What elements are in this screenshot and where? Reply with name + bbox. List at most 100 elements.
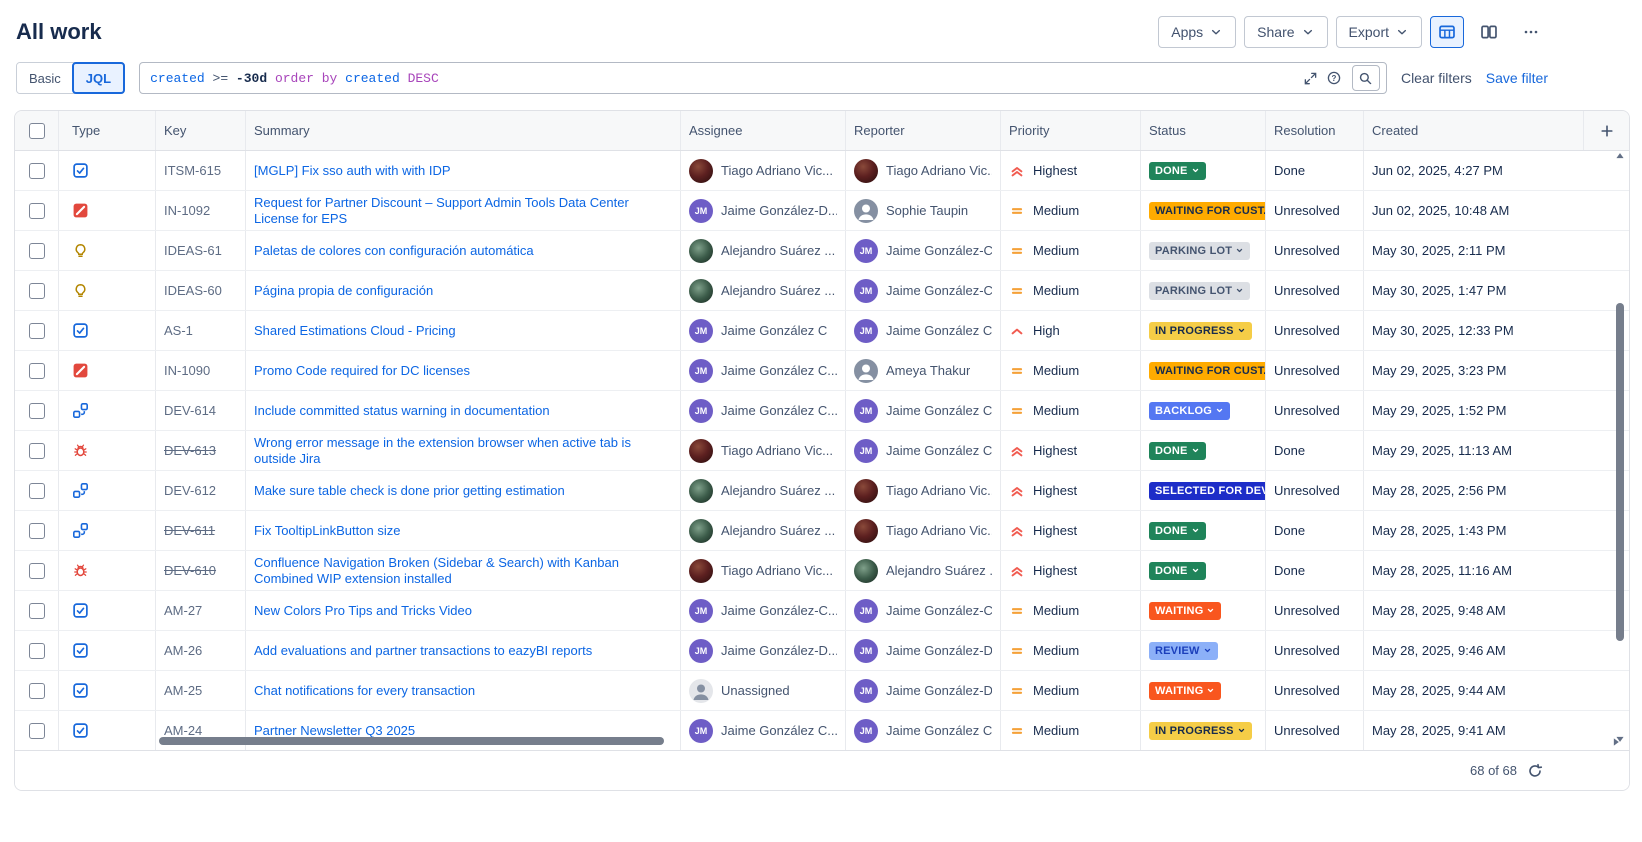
issue-key[interactable]: ITSM-615 bbox=[164, 163, 221, 178]
reporter-cell[interactable]: JM Jaime González-C... bbox=[846, 591, 1001, 630]
jql-input[interactable]: created >= -30d order by created DESC ? bbox=[139, 62, 1387, 94]
vertical-scrollbar[interactable] bbox=[1614, 153, 1627, 742]
issue-key[interactable]: IDEAS-61 bbox=[164, 243, 222, 258]
issue-key[interactable]: DEV-612 bbox=[164, 483, 216, 498]
reporter-cell[interactable]: Tiago Adriano Vic... bbox=[846, 151, 1001, 190]
assignee-cell[interactable]: JM Jaime González C... bbox=[681, 391, 846, 430]
status-badge[interactable]: SELECTED FOR DEV... bbox=[1149, 481, 1265, 500]
row-checkbox[interactable] bbox=[28, 282, 45, 299]
assignee-cell[interactable]: Alejandro Suárez ... bbox=[681, 511, 846, 550]
reporter-cell[interactable]: Alejandro Suárez ... bbox=[846, 551, 1001, 590]
select-all-checkbox[interactable] bbox=[28, 122, 45, 139]
summary-link[interactable]: Chat notifications for every transaction bbox=[254, 683, 475, 699]
reporter-cell[interactable]: JM Jaime González C... bbox=[846, 431, 1001, 470]
issue-key[interactable]: DEV-611 bbox=[164, 523, 215, 538]
status-badge[interactable]: WAITING FOR CUST... bbox=[1149, 201, 1265, 220]
assignee-cell[interactable]: Tiago Adriano Vic... bbox=[681, 151, 846, 190]
summary-link[interactable]: Paletas de colores con configuración aut… bbox=[254, 243, 534, 259]
summary-link[interactable]: Add evaluations and partner transactions… bbox=[254, 643, 592, 659]
status-badge[interactable]: WAITING bbox=[1149, 681, 1222, 700]
priority-cell[interactable]: Medium bbox=[1001, 271, 1141, 310]
assignee-cell[interactable]: Tiago Adriano Vic... bbox=[681, 431, 846, 470]
assignee-cell[interactable]: JM Jaime González-D... bbox=[681, 191, 846, 230]
jql-query-text[interactable]: created >= -30d order by created DESC bbox=[150, 71, 1303, 86]
assignee-cell[interactable]: JM Jaime González C... bbox=[681, 351, 846, 390]
issue-key[interactable]: IN-1092 bbox=[164, 203, 210, 218]
reporter-cell[interactable]: JM Jaime González-C... bbox=[846, 231, 1001, 270]
row-checkbox[interactable] bbox=[28, 322, 45, 339]
priority-cell[interactable]: Medium bbox=[1001, 671, 1141, 710]
status-badge[interactable]: DONE bbox=[1149, 561, 1206, 580]
priority-cell[interactable]: Medium bbox=[1001, 591, 1141, 630]
issue-key[interactable]: AM-25 bbox=[164, 683, 202, 698]
share-button[interactable]: Share bbox=[1244, 16, 1328, 48]
row-checkbox[interactable] bbox=[28, 642, 45, 659]
column-header-resolution[interactable]: Resolution bbox=[1266, 111, 1364, 150]
column-header-priority[interactable]: Priority bbox=[1001, 111, 1141, 150]
row-checkbox[interactable] bbox=[28, 362, 45, 379]
status-badge[interactable]: PARKING LOT bbox=[1149, 281, 1251, 300]
export-button[interactable]: Export bbox=[1335, 16, 1422, 48]
row-checkbox[interactable] bbox=[28, 562, 45, 579]
row-checkbox[interactable] bbox=[28, 682, 45, 699]
reporter-cell[interactable]: Sophie Taupin bbox=[846, 191, 1001, 230]
summary-link[interactable]: Promo Code required for DC licenses bbox=[254, 363, 470, 379]
refresh-button[interactable] bbox=[1527, 763, 1543, 779]
priority-cell[interactable]: Medium bbox=[1001, 631, 1141, 670]
save-filter-button[interactable]: Save filter bbox=[1486, 70, 1548, 86]
column-header-status[interactable]: Status bbox=[1141, 111, 1266, 150]
reporter-cell[interactable]: JM Jaime González C... bbox=[846, 391, 1001, 430]
reporter-cell[interactable]: Tiago Adriano Vic... bbox=[846, 511, 1001, 550]
column-header-reporter[interactable]: Reporter bbox=[846, 111, 1001, 150]
priority-cell[interactable]: Highest bbox=[1001, 471, 1141, 510]
summary-link[interactable]: Request for Partner Discount – Support A… bbox=[254, 195, 672, 227]
priority-cell[interactable]: High bbox=[1001, 311, 1141, 350]
summary-link[interactable]: Make sure table check is done prior gett… bbox=[254, 483, 565, 499]
column-header-summary[interactable]: Summary bbox=[246, 111, 681, 150]
status-badge[interactable]: DONE bbox=[1149, 161, 1206, 180]
status-badge[interactable]: DONE bbox=[1149, 521, 1206, 540]
summary-link[interactable]: Wrong error message in the extension bro… bbox=[254, 435, 672, 467]
issue-key[interactable]: DEV-614 bbox=[164, 403, 216, 418]
row-checkbox[interactable] bbox=[28, 242, 45, 259]
reporter-cell[interactable]: JM Jaime González-C... bbox=[846, 271, 1001, 310]
status-badge[interactable]: DONE bbox=[1149, 441, 1206, 460]
status-badge[interactable]: WAITING FOR CUST... bbox=[1149, 361, 1265, 380]
search-button[interactable] bbox=[1351, 65, 1380, 91]
assignee-cell[interactable]: JM Jaime González-C... bbox=[681, 591, 846, 630]
issue-key[interactable]: AM-26 bbox=[164, 643, 202, 658]
assignee-cell[interactable]: JM Jaime González-D... bbox=[681, 631, 846, 670]
summary-link[interactable]: Confluence Navigation Broken (Sidebar & … bbox=[254, 555, 672, 587]
column-header-type[interactable]: Type bbox=[59, 111, 156, 150]
row-checkbox[interactable] bbox=[28, 482, 45, 499]
reporter-cell[interactable]: JM Jaime González-D... bbox=[846, 671, 1001, 710]
issue-key[interactable]: AM-24 bbox=[164, 723, 202, 738]
detail-view-button[interactable] bbox=[1472, 16, 1506, 48]
reporter-cell[interactable]: JM Jaime González C bbox=[846, 311, 1001, 350]
issue-key[interactable]: AS-1 bbox=[164, 323, 193, 338]
status-badge[interactable]: IN PROGRESS bbox=[1149, 321, 1252, 340]
priority-cell[interactable]: Highest bbox=[1001, 431, 1141, 470]
status-badge[interactable]: PARKING LOT bbox=[1149, 241, 1251, 260]
add-column-button[interactable] bbox=[1583, 111, 1629, 150]
priority-cell[interactable]: Medium bbox=[1001, 391, 1141, 430]
assignee-cell[interactable]: Alejandro Suárez ... bbox=[681, 471, 846, 510]
vertical-scrollbar-thumb[interactable] bbox=[1616, 303, 1624, 641]
scroll-right-arrow-icon[interactable] bbox=[1611, 736, 1621, 748]
issue-key[interactable]: IN-1090 bbox=[164, 363, 210, 378]
status-badge[interactable]: REVIEW bbox=[1149, 641, 1218, 660]
row-checkbox[interactable] bbox=[28, 402, 45, 419]
basic-tab[interactable]: Basic bbox=[17, 63, 73, 93]
help-icon[interactable]: ? bbox=[1326, 70, 1342, 86]
status-badge[interactable]: WAITING bbox=[1149, 601, 1222, 620]
assignee-cell[interactable]: Tiago Adriano Vic... bbox=[681, 551, 846, 590]
column-header-assignee[interactable]: Assignee bbox=[681, 111, 846, 150]
summary-link[interactable]: [MGLP] Fix sso auth with with IDP bbox=[254, 163, 451, 179]
status-badge[interactable]: BACKLOG bbox=[1149, 401, 1231, 420]
expand-icon[interactable] bbox=[1303, 71, 1318, 86]
priority-cell[interactable]: Medium bbox=[1001, 191, 1141, 230]
summary-link[interactable]: Shared Estimations Cloud - Pricing bbox=[254, 323, 456, 339]
apps-button[interactable]: Apps bbox=[1158, 16, 1237, 48]
row-checkbox[interactable] bbox=[28, 202, 45, 219]
priority-cell[interactable]: Medium bbox=[1001, 351, 1141, 390]
